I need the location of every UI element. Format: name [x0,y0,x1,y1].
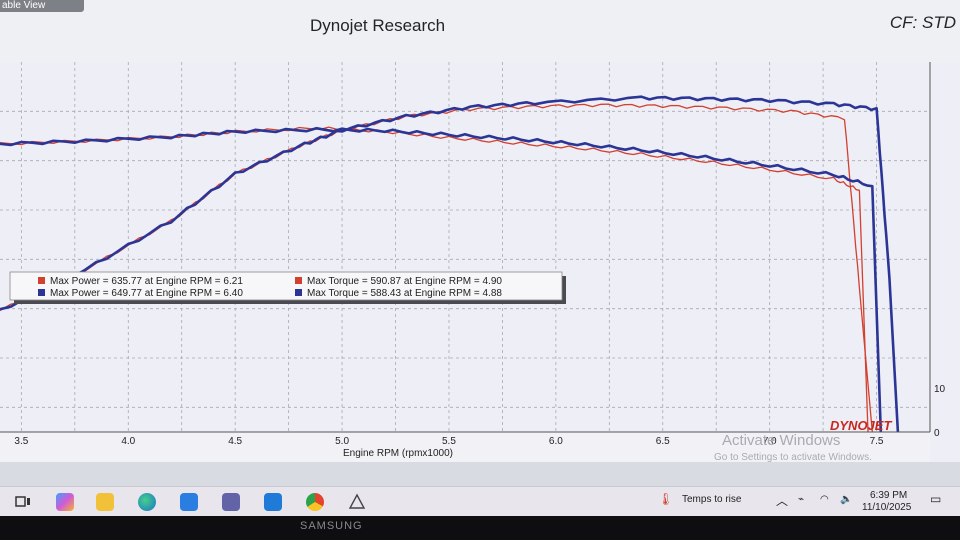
wifi-icon[interactable]: ◠ [820,494,829,505]
dyno-chart: 3.5 4.0 4.5 5.0 5.5 6.0 6.5 7.0 7.5 Engine RPM (… [0,62,960,462]
right-axis-tick-0: 0 [934,428,940,439]
right-axis-tick-10: 10 [934,384,946,395]
dyno-screen: able View Dynojet Research CF: STD 3.5 4.… [0,0,960,540]
window-title: Dynojet Research [310,16,446,35]
notification-icon[interactable]: ▭ [930,492,941,506]
taskbar: 🌡 Temps to rise ︿ ⌁ ◠ 🔈 6:39 PM 11/10/20… [0,486,960,517]
activate-windows-title: Activate Windows [722,432,841,449]
weather-icon[interactable]: 🌡 [658,492,673,506]
table-view-tab[interactable]: able View [0,0,84,12]
copilot-icon[interactable] [56,493,74,511]
chevron-up-icon[interactable]: ︿ [776,492,788,509]
store-icon[interactable] [180,493,198,511]
network-icon[interactable]: ⌁ [798,494,804,505]
monitor-bezel [0,516,960,540]
plot-background [0,62,960,462]
monitor-brand: SAMSUNG [300,520,363,532]
legend-entry: Max Torque = 588.43 at Engine RPM = 4.88 [307,288,502,299]
x-tick-label: 4.5 [228,436,242,447]
file-explorer-icon[interactable] [96,493,114,511]
edge-icon[interactable] [138,493,156,511]
outlook-icon[interactable] [264,493,282,511]
x-tick-label: 4.0 [121,436,135,447]
x-tick-label: 5.5 [442,436,456,447]
chrome-icon[interactable] [306,493,324,511]
legend: Max Power = 635.77 at Engine RPM = 6.21 … [9,271,566,304]
legend-swatch [295,289,302,296]
activate-windows-subtitle: Go to Settings to activate Windows. [714,452,872,463]
dynojet-app-icon[interactable] [348,493,366,511]
x-tick-label: 6.5 [656,436,670,447]
x-axis-label: Engine RPM (rpmx1000) [343,448,453,459]
weather-text[interactable]: Temps to rise [682,494,741,505]
legend-entry: Max Torque = 590.87 at Engine RPM = 4.90 [307,276,502,287]
clock-date[interactable]: 11/10/2025 [862,502,911,513]
window-header [0,0,960,62]
x-tick-label: 3.5 [14,436,28,447]
clock-time[interactable]: 6:39 PM [870,490,907,501]
task-view-icon[interactable] [14,493,32,511]
x-tick-label: 6.0 [549,436,563,447]
legend-swatch [295,277,302,284]
teams-icon[interactable] [222,493,240,511]
legend-entry: Max Power = 649.77 at Engine RPM = 6.40 [50,288,243,299]
x-tick-label: 5.0 [335,436,349,447]
correction-factor-label: CF: STD [889,13,956,32]
legend-swatch [38,277,45,284]
x-tick-label: 7.5 [870,436,884,447]
legend-entry: Max Power = 635.77 at Engine RPM = 6.21 [50,276,243,287]
dynojet-logo: DYNOJET [830,418,892,433]
volume-icon[interactable]: 🔈 [840,494,852,505]
legend-swatch [38,289,45,296]
